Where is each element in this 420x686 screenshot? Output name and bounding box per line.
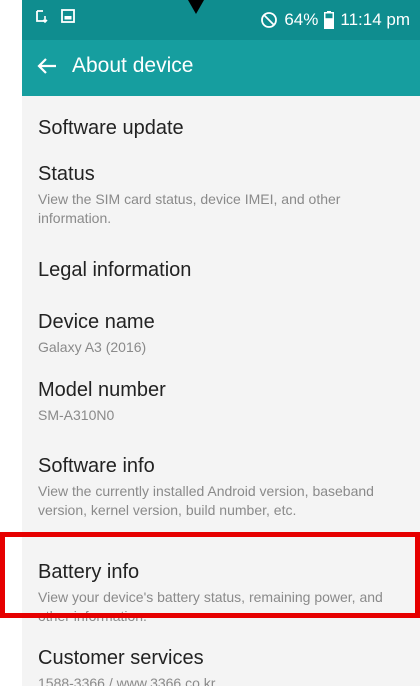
image-notification-icon — [61, 9, 75, 23]
item-battery-info[interactable]: Battery info View your device's battery … — [22, 540, 420, 632]
item-status[interactable]: Status View the SIM card status, device … — [22, 158, 420, 244]
battery-icon — [324, 11, 335, 29]
item-software-update[interactable]: Software update — [22, 96, 420, 158]
item-software-info[interactable]: Software info View the currently install… — [22, 444, 420, 540]
item-subtitle: 1588-3366 / www.3366.co.kr — [38, 675, 216, 686]
item-legal-information[interactable]: Legal information — [22, 244, 420, 296]
back-arrow-icon[interactable] — [36, 55, 58, 77]
page-title: About device — [72, 54, 194, 77]
item-customer-services[interactable]: Customer services 1588-3366 / www.3366.c… — [22, 632, 420, 686]
item-subtitle: View the currently installed Android ver… — [38, 483, 374, 518]
status-bar: 64% 11:14 pm — [22, 0, 420, 40]
status-indicators: 64% 11:14 pm — [260, 0, 410, 40]
item-device-name[interactable]: Device name Galaxy A3 (2016) — [22, 296, 420, 370]
item-model-number[interactable]: Model number SM-A310N0 — [22, 370, 420, 444]
item-title: Status — [38, 163, 95, 185]
screenshot-notification-icon — [36, 10, 48, 24]
item-title: Software update — [38, 117, 184, 139]
item-title: Battery info — [38, 561, 140, 583]
item-subtitle: View your device's battery status, remai… — [38, 589, 383, 624]
do-not-disturb-icon — [261, 12, 278, 28]
settings-list: Software update Status View the SIM card… — [22, 96, 420, 686]
item-title: Model number — [38, 379, 166, 401]
item-subtitle: Galaxy A3 (2016) — [38, 339, 147, 355]
pointer-arrow-icon — [188, 0, 204, 14]
notification-icons — [34, 8, 76, 24]
item-title: Software info — [38, 455, 155, 477]
app-bar: About device — [22, 40, 420, 96]
clock: 11:14 pm — [340, 10, 410, 29]
screen: 64% 11:14 pm About device Software updat… — [22, 0, 420, 686]
item-subtitle: SM-A310N0 — [38, 407, 115, 423]
item-title: Device name — [38, 311, 155, 333]
battery-percent: 64% — [284, 10, 319, 29]
item-title: Customer services — [38, 647, 204, 669]
item-title: Legal information — [38, 259, 192, 281]
item-subtitle: View the SIM card status, device IMEI, a… — [38, 191, 341, 226]
